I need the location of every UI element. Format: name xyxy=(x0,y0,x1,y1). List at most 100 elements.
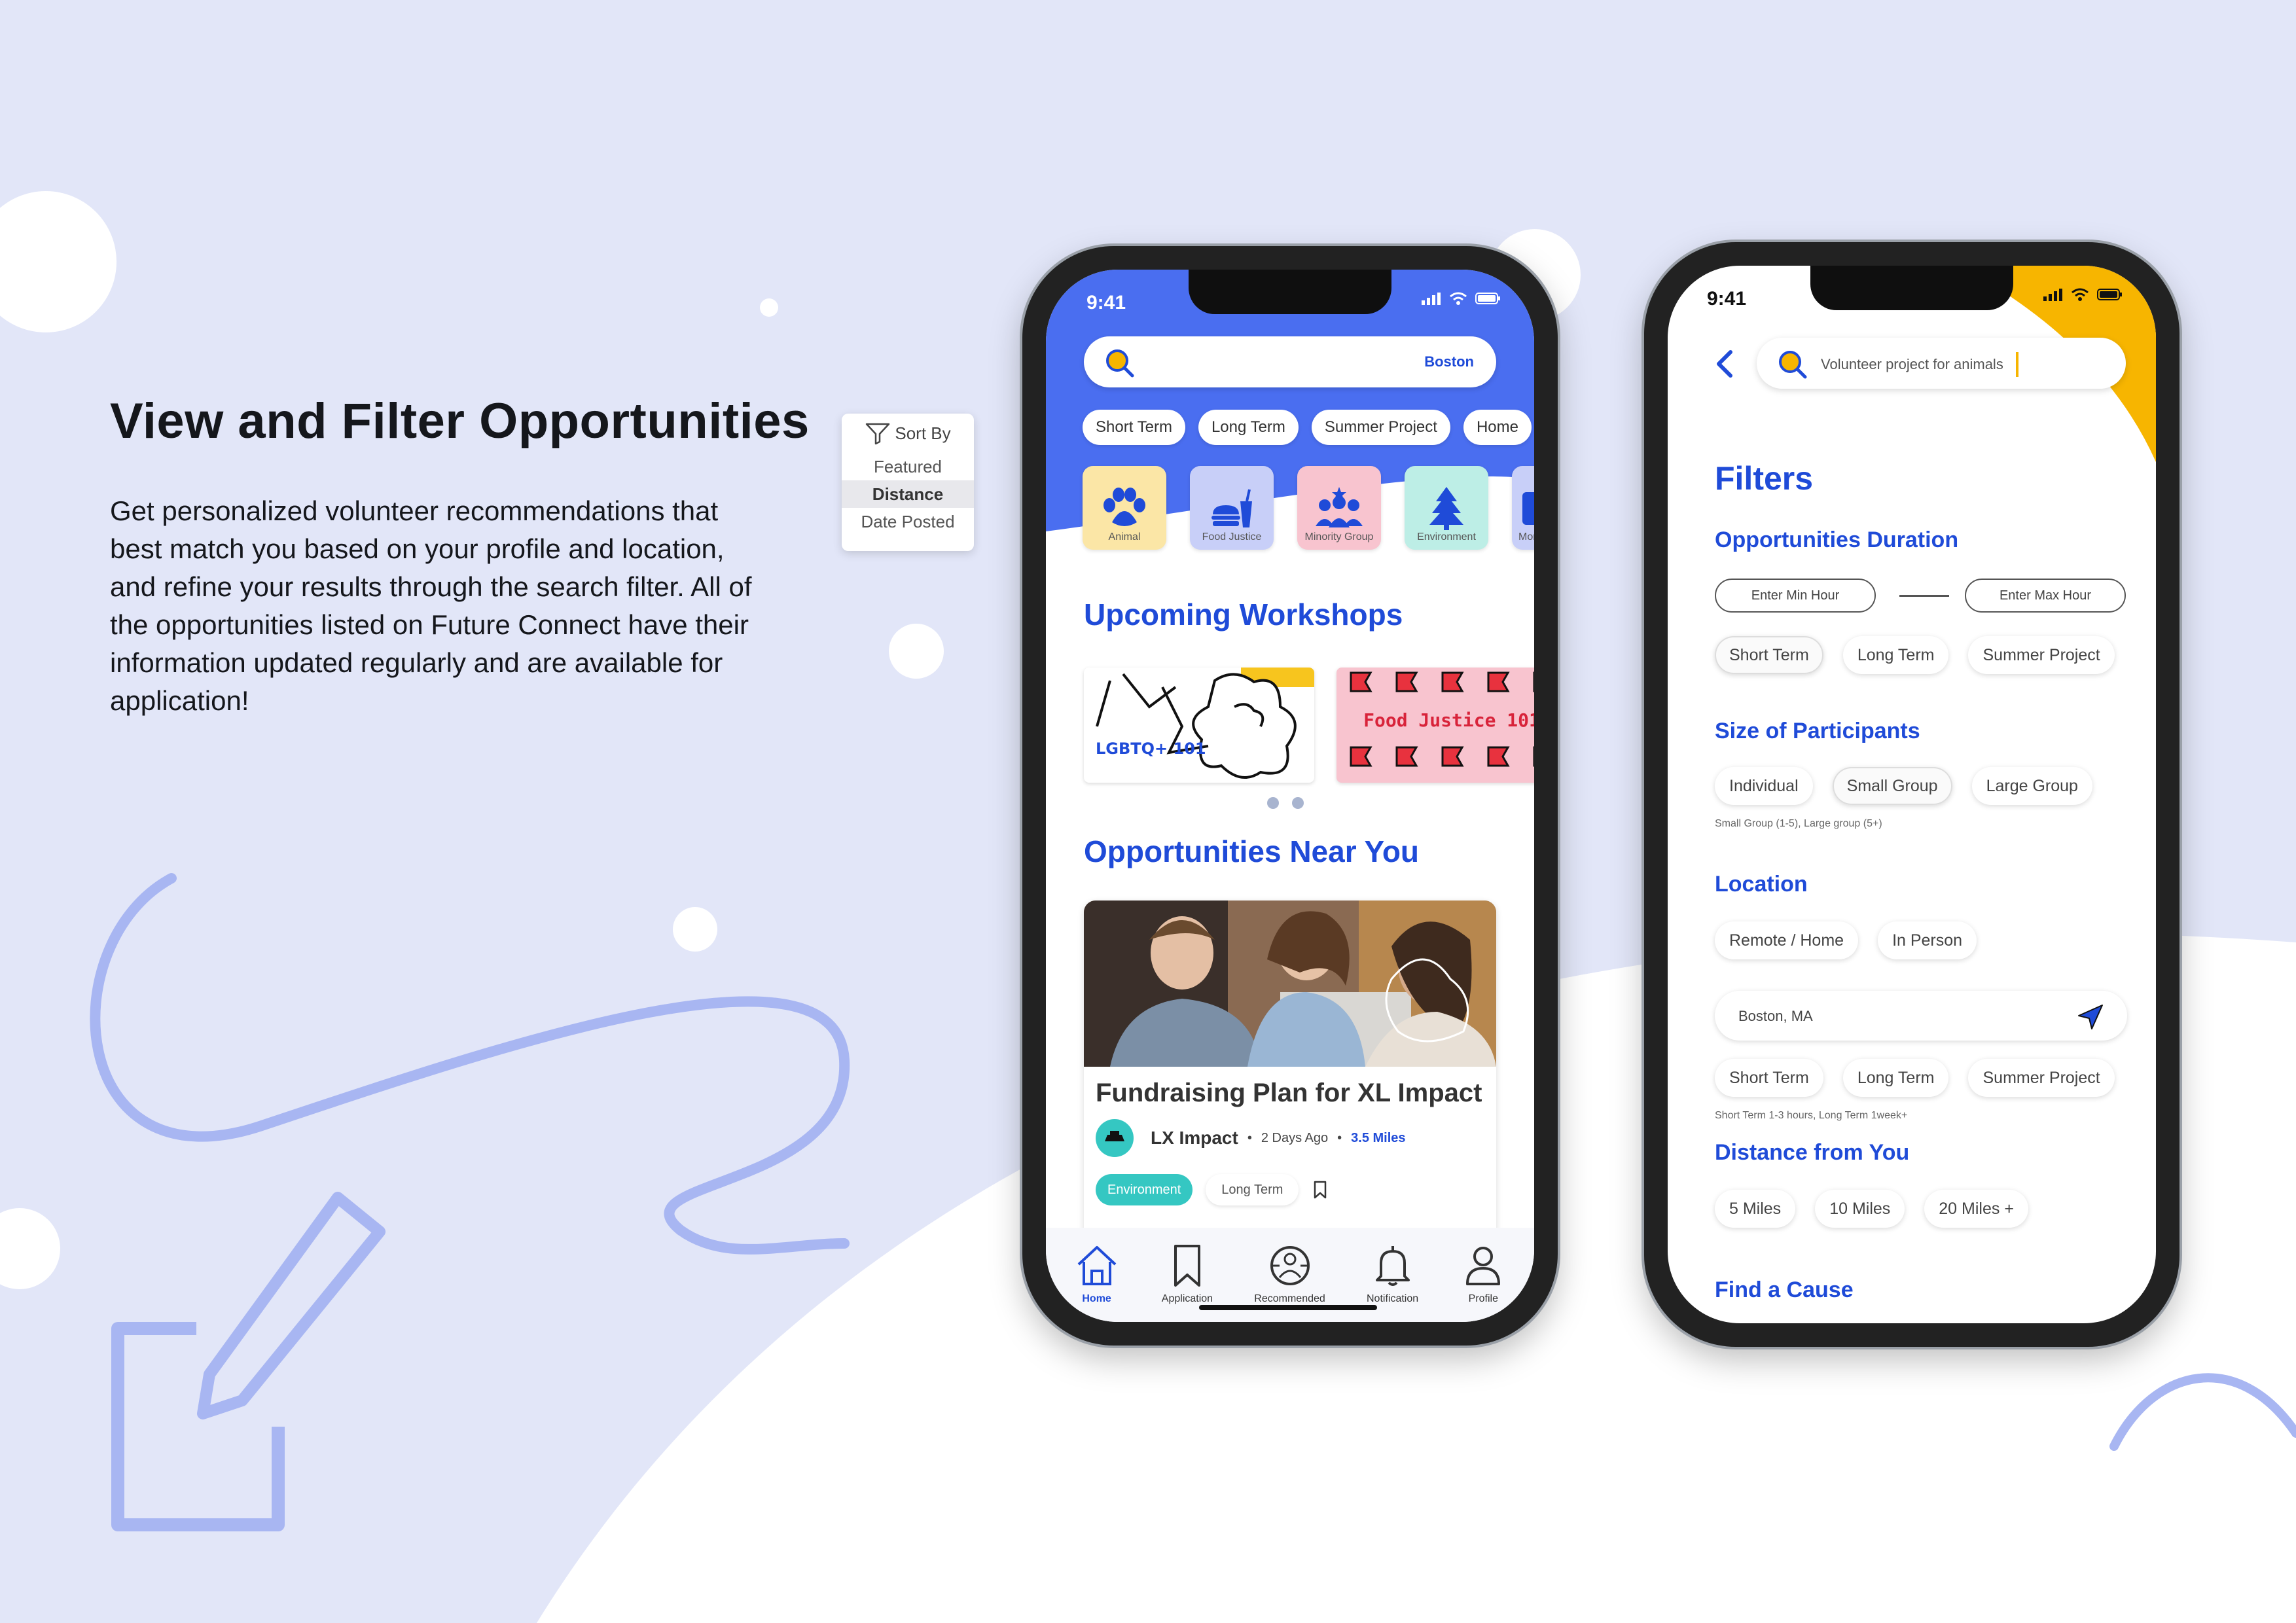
back-arrow-icon[interactable] xyxy=(1713,349,1736,378)
bell-icon xyxy=(1375,1246,1410,1286)
participants-chips: Individual Small Group Large Group xyxy=(1715,767,2092,805)
filter-funnel-icon xyxy=(866,423,890,445)
tab-profile[interactable]: Profile xyxy=(1460,1228,1507,1322)
location-heading: Location xyxy=(1715,872,1808,897)
chip-long-term[interactable]: Long Term xyxy=(1842,1059,1949,1097)
opportunity-card[interactable]: Fundraising Plan for XL Impact LX Impact… xyxy=(1084,901,1496,1267)
workshop-card-food-justice[interactable]: Food Justice 101 xyxy=(1336,668,1534,783)
tag-environment[interactable]: Environment xyxy=(1096,1174,1193,1205)
recommended-icon xyxy=(1270,1246,1310,1285)
chip-individual[interactable]: Individual xyxy=(1715,767,1813,805)
chip-remote-home[interactable]: Remote / Home xyxy=(1715,921,1859,959)
more-icon xyxy=(1522,492,1534,525)
chip-summer-project[interactable]: Summer Project xyxy=(1968,1059,2115,1097)
category-row: Animal Food Justice Minority Group Envir… xyxy=(1083,466,1534,550)
location-value: Boston, MA xyxy=(1738,1008,1813,1024)
chip-long-term[interactable]: Long Term xyxy=(1198,410,1299,445)
sort-option-distance[interactable]: Distance xyxy=(842,480,974,508)
chip-5-miles[interactable]: 5 Miles xyxy=(1715,1190,1796,1228)
tree-icon xyxy=(1429,487,1463,530)
carousel-dot[interactable] xyxy=(1267,797,1279,809)
category-label: Animal xyxy=(1108,531,1141,543)
chip-short-term[interactable]: Short Term xyxy=(1715,1059,1823,1097)
location-duration-chips: Short Term Long Term Summer Project xyxy=(1715,1059,2115,1097)
workshop-carousel[interactable]: LGBTQ+ 101 Food Justice 101 xyxy=(1084,668,1534,783)
category-label: Mor xyxy=(1518,531,1534,543)
presentation-slide: View and Filter Opportunities Get person… xyxy=(0,0,2296,1623)
status-time: 9:41 xyxy=(1707,288,1747,310)
chip-20-miles[interactable]: 20 Miles + xyxy=(1924,1190,2028,1228)
tag-long-term[interactable]: Long Term xyxy=(1206,1174,1299,1205)
dot-separator: • xyxy=(1337,1130,1342,1145)
sort-label: Sort By xyxy=(895,423,951,443)
duration-chip-row: Short Term Long Term Summer Project Home xyxy=(1083,410,1532,445)
search-icon xyxy=(1779,351,1807,379)
home-indicator xyxy=(1199,1305,1377,1310)
category-environment[interactable]: Environment xyxy=(1405,466,1488,550)
distance-heading: Distance from You xyxy=(1715,1140,1910,1165)
sort-option-date-posted[interactable]: Date Posted xyxy=(842,508,974,535)
carousel-dots[interactable] xyxy=(1267,797,1304,809)
opportunity-tags: Environment Long Term xyxy=(1096,1174,1329,1205)
category-label: Environment xyxy=(1417,531,1476,543)
filters-heading: Filters xyxy=(1715,460,1814,497)
chip-home[interactable]: Home xyxy=(1463,410,1532,445)
workshop-title: LGBTQ+ 101 xyxy=(1096,740,1206,758)
sort-header[interactable]: Sort By xyxy=(842,414,974,453)
search-icon xyxy=(1106,349,1134,378)
status-icons xyxy=(1422,292,1501,305)
phone-home-screen: 9:41 Boston Short Term Long Term Summer … xyxy=(1022,246,1558,1346)
chip-large-group[interactable]: Large Group xyxy=(1971,767,2092,805)
min-hour-input[interactable]: Enter Min Hour xyxy=(1715,579,1876,613)
find-cause-heading: Find a Cause xyxy=(1715,1277,1854,1302)
max-hour-input[interactable]: Enter Max Hour xyxy=(1965,579,2126,613)
chip-10-miles[interactable]: 10 Miles xyxy=(1815,1190,1905,1228)
category-label: Minority Group xyxy=(1304,531,1374,543)
search-input[interactable]: Volunteer project for animals xyxy=(1757,338,2126,389)
bookmark-icon[interactable] xyxy=(1312,1180,1329,1200)
posted-time: 2 Days Ago xyxy=(1261,1130,1329,1145)
chip-summer-project[interactable]: Summer Project xyxy=(1968,636,2115,674)
category-food-justice[interactable]: Food Justice xyxy=(1190,466,1274,550)
workshop-card-lgbtq[interactable]: LGBTQ+ 101 xyxy=(1084,668,1314,783)
paw-icon xyxy=(1103,488,1145,526)
tab-home[interactable]: Home xyxy=(1073,1228,1121,1322)
battery-icon xyxy=(2097,289,2122,300)
notch xyxy=(1810,266,2013,310)
category-more[interactable]: Mor xyxy=(1512,466,1534,550)
search-location[interactable]: Boston xyxy=(1424,353,1474,370)
chip-in-person[interactable]: In Person xyxy=(1878,921,1977,959)
carousel-dot[interactable] xyxy=(1292,797,1304,809)
opportunity-title[interactable]: Fundraising Plan for XL Impact xyxy=(1096,1079,1482,1108)
opportunities-near-heading: Opportunities Near You xyxy=(1084,834,1420,868)
search-bar[interactable]: Boston xyxy=(1084,336,1496,387)
location-input[interactable]: Boston, MA xyxy=(1715,991,2127,1041)
food-icon xyxy=(1211,489,1252,527)
org-logo-icon xyxy=(1096,1119,1134,1157)
home-screen: 9:41 Boston Short Term Long Term Summer … xyxy=(1046,270,1534,1322)
range-divider xyxy=(1899,595,1949,597)
text-cursor xyxy=(2016,352,2018,377)
chip-long-term[interactable]: Long Term xyxy=(1842,636,1949,674)
profile-icon xyxy=(1466,1247,1501,1285)
status-icons xyxy=(2043,288,2123,301)
chip-short-term[interactable]: Short Term xyxy=(1083,410,1185,445)
sort-dropdown[interactable]: Sort By Featured Distance Date Posted xyxy=(842,414,974,551)
status-time: 9:41 xyxy=(1086,292,1126,313)
org-name[interactable]: LX Impact xyxy=(1151,1128,1238,1149)
participants-note: Small Group (1-5), Large group (5+) xyxy=(1715,818,1882,829)
category-minority-group[interactable]: Minority Group xyxy=(1297,466,1381,550)
navigation-arrow-icon[interactable] xyxy=(2076,1003,2105,1031)
category-animal[interactable]: Animal xyxy=(1083,466,1166,550)
chip-summer-project[interactable]: Summer Project xyxy=(1311,410,1450,445)
sort-option-featured[interactable]: Featured xyxy=(842,453,974,480)
distance-label: 3.5 Miles xyxy=(1351,1130,1406,1145)
wifi-icon xyxy=(2072,288,2089,301)
upcoming-workshops-heading: Upcoming Workshops xyxy=(1084,597,1403,632)
duration-chips: Short Term Long Term Summer Project xyxy=(1715,636,2115,674)
chip-small-group[interactable]: Small Group xyxy=(1832,767,1952,805)
duration-heading: Opportunities Duration xyxy=(1715,527,1959,552)
wifi-icon xyxy=(1450,292,1467,305)
notch xyxy=(1189,270,1391,314)
chip-short-term[interactable]: Short Term xyxy=(1715,636,1823,674)
